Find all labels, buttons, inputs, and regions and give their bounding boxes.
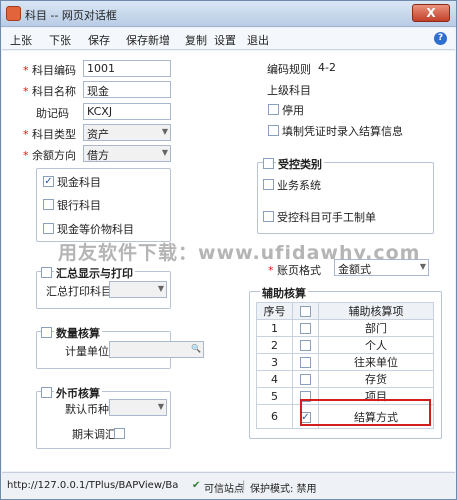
title-bar: 科目 -- 网页对话框 X: [1, 1, 456, 27]
column-header-item: 辅助核算项: [318, 302, 434, 320]
summary-checkbox[interactable]: [41, 267, 52, 278]
summary-print-select[interactable]: ▼: [109, 281, 167, 298]
type-label: * 科目类型: [23, 128, 76, 141]
row-checkbox[interactable]: [300, 357, 311, 368]
balance-select[interactable]: 借方 ▼: [83, 145, 171, 162]
rule-label: 编码规则: [267, 63, 311, 76]
settings-button[interactable]: 设置: [214, 32, 236, 48]
trusted-site-icon: ✔: [192, 480, 201, 491]
page-format-label: * 账页格式: [268, 264, 321, 277]
column-header-seq: 序号: [256, 302, 293, 320]
copy-button[interactable]: 复制: [185, 32, 207, 48]
bank-checkbox[interactable]: [43, 199, 54, 210]
disable-checkbox[interactable]: [268, 104, 279, 115]
row-checkbox[interactable]: [300, 374, 311, 385]
row-item: 部门: [318, 319, 434, 337]
unit-label: 计量单位: [65, 345, 109, 358]
unit-input[interactable]: 🔍: [109, 341, 204, 358]
cash-equivalent-label: 现金等价物科目: [57, 223, 134, 236]
controlled-title: 受控类别: [276, 156, 324, 172]
save-button[interactable]: 保存: [88, 32, 110, 48]
row-seq: 5: [256, 387, 293, 405]
table-row[interactable]: 4 存货: [256, 370, 434, 388]
save-new-button[interactable]: 保存新增: [126, 32, 170, 48]
prev-button[interactable]: 上张: [10, 32, 32, 48]
default-currency-select[interactable]: ▼: [109, 399, 167, 416]
search-icon[interactable]: 🔍: [191, 344, 201, 353]
window-title: 科目 -- 网页对话框: [25, 9, 117, 22]
cash-checkbox[interactable]: ✓: [43, 176, 54, 187]
cash-equivalent-checkbox[interactable]: [43, 223, 54, 234]
chevron-down-icon: ▼: [161, 127, 168, 136]
table-row[interactable]: 1 部门: [256, 319, 434, 337]
table-header-row: 序号 辅助核算项: [256, 302, 434, 320]
chevron-down-icon: ▼: [161, 148, 168, 157]
chevron-down-icon: ▼: [157, 284, 164, 293]
controlled-checkbox[interactable]: [263, 158, 274, 169]
close-button[interactable]: X: [412, 4, 450, 22]
row-seq: 6: [256, 404, 293, 429]
select-all-checkbox[interactable]: [300, 306, 311, 317]
chevron-down-icon: ▼: [157, 402, 164, 411]
table-row[interactable]: 3 往来单位: [256, 353, 434, 371]
currency-checkbox[interactable]: [41, 387, 52, 398]
row-checkbox[interactable]: [300, 323, 311, 334]
row-checkbox[interactable]: [300, 340, 311, 351]
dialog-window: 科目 -- 网页对话框 X 上张 下张 保存 保存新增 复制 设置 退出 ? *…: [0, 0, 457, 500]
page-format-select[interactable]: 金额式 ▼: [334, 259, 429, 276]
status-bar: http://127.0.0.1/TPlus/BAPView/Ba ✔ 可信站点…: [2, 472, 455, 499]
parent-label: 上级科目: [267, 84, 311, 97]
period-adjust-label: 期末调汇: [72, 428, 116, 441]
rule-value: 4-2: [318, 61, 336, 74]
bank-label: 银行科目: [57, 199, 101, 212]
highlight-box: [300, 399, 431, 426]
row-item: 存货: [318, 370, 434, 388]
type-select[interactable]: 资产 ▼: [83, 124, 171, 141]
row-seq: 1: [256, 319, 293, 337]
row-item: 个人: [318, 336, 434, 354]
row-seq: 2: [256, 336, 293, 354]
exit-button[interactable]: 退出: [247, 32, 269, 48]
next-button[interactable]: 下张: [49, 32, 71, 48]
trusted-site-label: 可信站点: [204, 484, 244, 495]
row-item: 往来单位: [318, 353, 434, 371]
row-seq: 3: [256, 353, 293, 371]
currency-title: 外币核算: [54, 385, 102, 401]
auxiliary-title: 辅助核算: [260, 285, 308, 301]
disable-label: 停用: [282, 104, 304, 117]
summary-print-label: 汇总打印科目: [46, 285, 112, 298]
table-row[interactable]: 2 个人: [256, 336, 434, 354]
cash-label: 现金科目: [57, 176, 101, 189]
settlement-checkbox[interactable]: [268, 125, 279, 136]
code-input[interactable]: 1001: [83, 60, 171, 77]
balance-label: * 余额方向: [23, 149, 76, 162]
protected-mode-label: 保护模式: 禁用: [250, 484, 317, 495]
status-url: http://127.0.0.1/TPlus/BAPView/Ba: [7, 480, 179, 491]
business-system-checkbox[interactable]: [263, 179, 274, 190]
mnemonic-label: 助记码: [36, 107, 69, 120]
row-seq: 4: [256, 370, 293, 388]
manual-entry-checkbox[interactable]: [263, 211, 274, 222]
summary-title: 汇总显示与打印: [54, 265, 135, 281]
manual-entry-label: 受控科目可手工制单: [277, 211, 376, 224]
business-system-label: 业务系统: [277, 179, 321, 192]
default-currency-label: 默认币种: [65, 403, 109, 416]
help-icon[interactable]: ?: [434, 32, 447, 45]
period-adjust-checkbox[interactable]: [114, 428, 125, 439]
code-label: * 科目编码: [23, 64, 76, 77]
quantity-title: 数量核算: [54, 325, 102, 341]
column-header-check: [292, 302, 319, 320]
settlement-label: 填制凭证时录入结算信息: [282, 125, 403, 138]
name-label: * 科目名称: [23, 85, 76, 98]
mnemonic-input[interactable]: KCXJ: [83, 103, 171, 120]
app-icon: [6, 6, 21, 21]
name-input[interactable]: 现金: [83, 81, 171, 98]
chevron-down-icon: ▼: [419, 262, 426, 271]
quantity-checkbox[interactable]: [41, 327, 52, 338]
toolbar: 上张 下张 保存 保存新增 复制 设置 退出 ?: [2, 28, 455, 50]
